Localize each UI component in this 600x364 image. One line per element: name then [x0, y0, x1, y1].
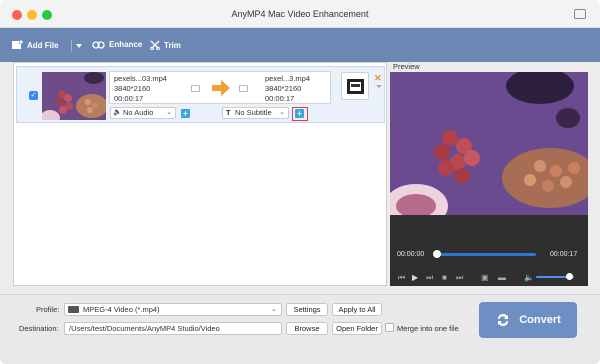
destination-field[interactable]: /Users/test/Documents/AnyMP4 Studio/Vide… [64, 322, 282, 335]
source-info-icon[interactable] [191, 85, 200, 92]
preview-label: Preview [393, 62, 420, 71]
toolbar-separator [71, 40, 72, 52]
skip-back-icon[interactable]: ⏮ [398, 273, 405, 283]
convert-arrow-icon [212, 80, 230, 96]
text-icon: T [226, 108, 231, 117]
convert-icon [498, 314, 509, 326]
seek-bar[interactable] [436, 253, 536, 256]
volume-icon[interactable]: 🔈 [524, 273, 534, 282]
window-title: AnyMP4 Mac Video Enhancement [231, 9, 369, 19]
source-resolution: 3840*2160 [114, 84, 151, 93]
file-list: ✓ pexels...03.mp4 3840*2160 00:00:17 pex… [13, 62, 387, 286]
video-thumbnail[interactable] [42, 72, 106, 120]
app-window: AnyMP4 Mac Video Enhancement Add File En… [0, 0, 600, 364]
output-info-icon[interactable] [239, 85, 248, 92]
move-down-icon[interactable] [376, 85, 382, 88]
enhance-icon [92, 41, 105, 49]
source-duration: 00:00:17 [114, 94, 144, 103]
file-info-box: pexels...03.mp4 3840*2160 00:00:17 pexel… [109, 71, 331, 104]
add-file-button[interactable]: Add File [12, 40, 59, 50]
profile-value: MPEG-4 Video (*.mp4) [83, 305, 160, 314]
add-subtitle-button[interactable]: + [295, 109, 304, 118]
chevron-down-icon: ⌄ [279, 109, 285, 116]
merge-checkbox[interactable] [385, 323, 394, 332]
output-file-name: pexel...3.mp4 [265, 74, 311, 83]
video-preview [390, 72, 588, 215]
remove-file-icon[interactable]: ✕ [374, 73, 382, 84]
trim-label: Trim [164, 40, 181, 50]
toolbar: Add File Enhance Trim [0, 28, 600, 62]
speaker-icon: 🔈 [113, 109, 122, 116]
scissors-icon [150, 40, 160, 50]
settings-button[interactable]: Settings [286, 303, 328, 316]
enhance-button[interactable]: Enhance [92, 40, 142, 49]
enhance-label: Enhance [109, 40, 143, 49]
file-checkbox[interactable]: ✓ [29, 91, 38, 100]
convert-button[interactable]: Convert [479, 302, 577, 338]
merge-label: Merge into one file [397, 324, 459, 333]
current-time: 00:00:00 [397, 251, 425, 258]
total-time: 00:00:17 [550, 251, 578, 258]
add-audio-button[interactable]: + [181, 109, 190, 118]
chevron-down-icon: ⌄ [271, 306, 277, 313]
audio-track-select[interactable]: 🔈 No Audio ⌄ [110, 107, 176, 119]
seek-handle[interactable] [433, 250, 441, 258]
profile-label: Profile: [36, 305, 60, 314]
file-item[interactable]: ✓ pexels...03.mp4 3840*2160 00:00:17 pex… [16, 66, 385, 123]
subtitle-value: No Subtitle [235, 108, 272, 117]
chevron-down-icon: ⌄ [166, 109, 172, 116]
trim-button[interactable]: Trim [150, 40, 181, 50]
convert-label: Convert [519, 314, 561, 326]
add-file-label: Add File [27, 40, 59, 50]
title-bar: AnyMP4 Mac Video Enhancement [0, 0, 600, 28]
fast-forward-icon[interactable]: ⏭ [426, 273, 433, 283]
apply-to-all-button[interactable]: Apply to All [332, 303, 382, 316]
browse-button[interactable]: Browse [286, 322, 328, 335]
source-file-name: pexels...03.mp4 [114, 74, 167, 83]
play-icon[interactable]: ▶ [412, 273, 418, 282]
film-icon [347, 79, 364, 94]
snapshot-icon[interactable]: ▣ [481, 273, 489, 282]
video-format-icon [68, 306, 79, 313]
skip-forward-icon[interactable]: ⏭ [456, 273, 463, 283]
add-file-dropdown-icon[interactable] [76, 44, 82, 48]
output-duration: 00:00:17 [265, 94, 295, 103]
subtitle-select[interactable]: T No Subtitle ⌄ [222, 107, 289, 119]
destination-label: Destination: [19, 324, 59, 333]
open-folder-button[interactable]: Open Folder [332, 322, 382, 335]
output-format-button[interactable] [341, 72, 369, 100]
folder-icon[interactable]: ▬ [498, 273, 506, 282]
output-resolution: 3840*2160 [265, 84, 302, 93]
add-file-icon [12, 40, 23, 49]
profile-select[interactable]: MPEG-4 Video (*.mp4) ⌄ [64, 303, 282, 316]
feedback-icon[interactable] [574, 9, 586, 19]
stop-icon[interactable]: ■ [442, 273, 447, 282]
audio-track-value: No Audio [123, 108, 154, 117]
